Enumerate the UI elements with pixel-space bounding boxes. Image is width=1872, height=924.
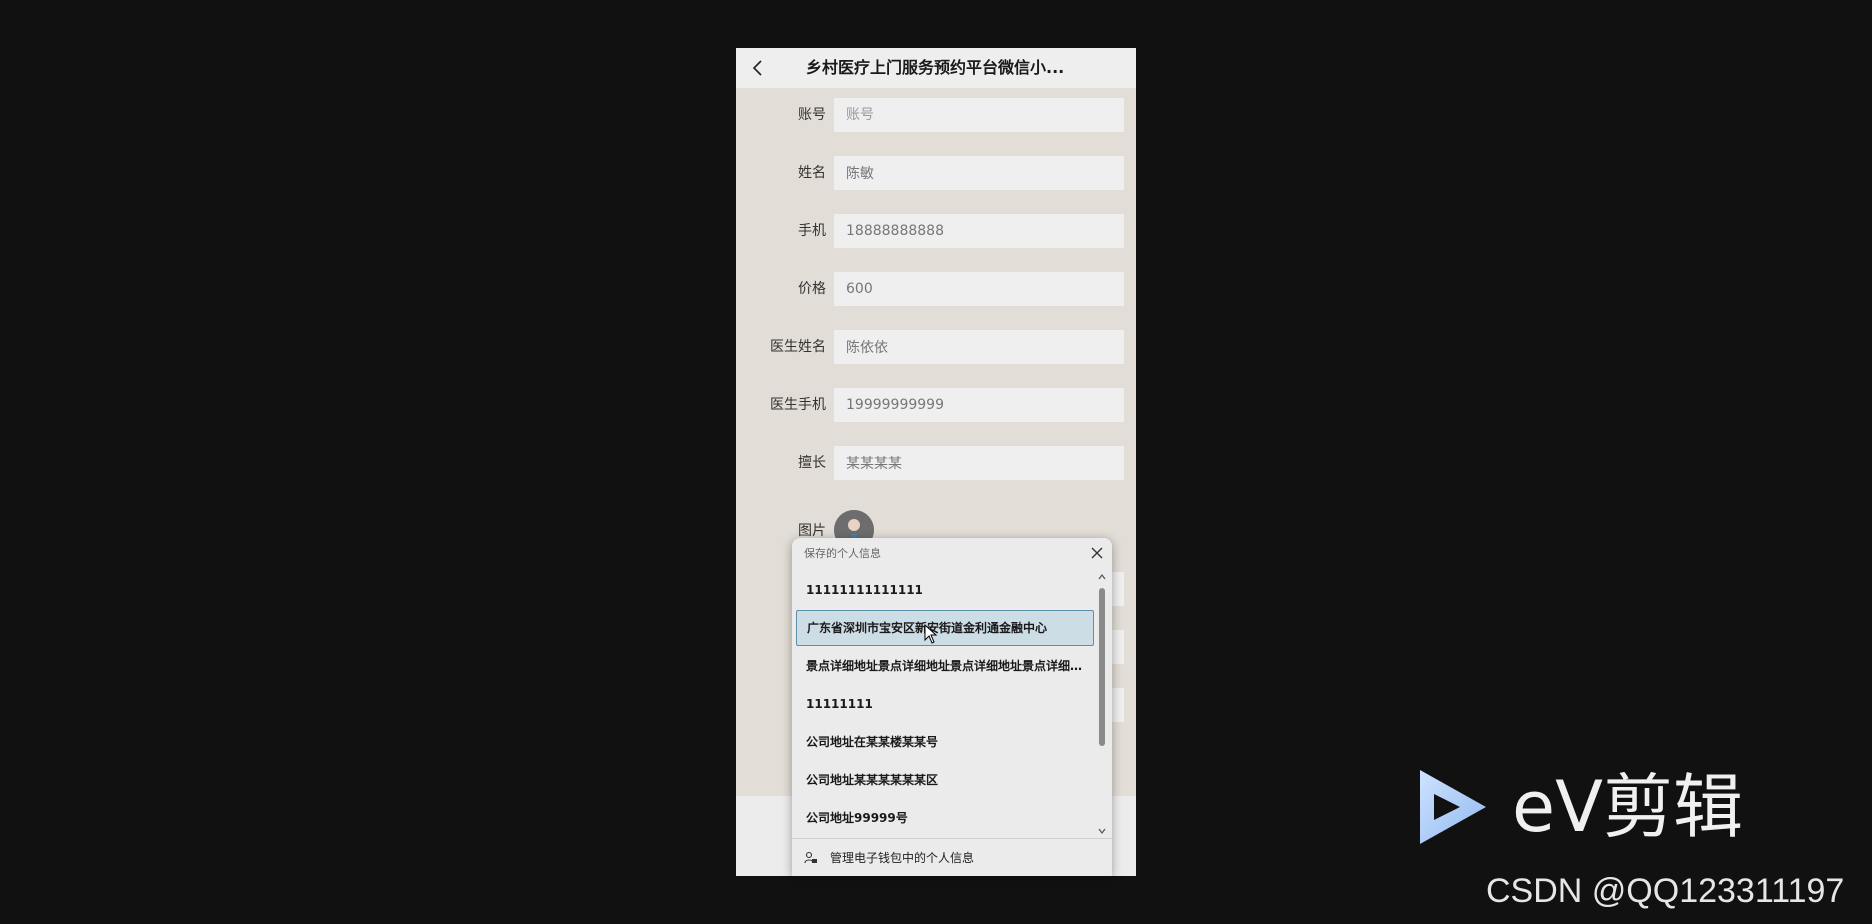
form-row-doctor-name: 医生姓名 xyxy=(736,330,1136,364)
ev-play-logo-icon xyxy=(1420,770,1486,844)
autofill-item[interactable]: 公司地址某某某某某某区 xyxy=(796,762,1094,798)
ev-watermark-text: eV剪辑 xyxy=(1512,766,1743,848)
doctor-phone-label: 医生手机 xyxy=(770,397,826,413)
autofill-item-selected[interactable]: 广东省深圳市宝安区新安街道金利通金融中心 xyxy=(796,610,1094,646)
form-row-name: 姓名 xyxy=(736,156,1136,190)
autofill-item[interactable]: 11111111 xyxy=(796,686,1094,722)
form-row-doctor-phone: 医生手机 xyxy=(736,388,1136,422)
csdn-watermark: CSDN @QQ123311197 xyxy=(1486,872,1845,910)
form-row-specialty: 擅长 xyxy=(736,446,1136,480)
nav-bar: 乡村医疗上门服务预约平台微信小... xyxy=(736,48,1136,88)
specialty-input[interactable] xyxy=(834,446,1124,480)
form-row-account: 账号 xyxy=(736,98,1136,132)
mouse-cursor-icon xyxy=(924,624,938,644)
price-input[interactable] xyxy=(834,272,1124,306)
autofill-item[interactable]: 公司地址99999号 xyxy=(796,800,1094,836)
autofill-item[interactable]: 11111111111111 xyxy=(796,572,1094,608)
close-icon[interactable] xyxy=(1090,546,1104,560)
autofill-item[interactable]: 景点详细地址景点详细地址景点详细地址景点详细地址景点详细地址 xyxy=(796,648,1094,684)
manage-wallet-button[interactable]: 管理电子钱包中的个人信息 xyxy=(792,838,1112,876)
autofill-item[interactable]: 公司地址在某某楼某某号 xyxy=(796,724,1094,760)
name-label: 姓名 xyxy=(798,165,826,181)
doctor-phone-input[interactable] xyxy=(834,388,1124,422)
price-label: 价格 xyxy=(798,281,826,297)
back-chevron-icon[interactable] xyxy=(750,60,766,76)
autofill-list: 11111111111111 广东省深圳市宝安区新安街道金利通金融中心 景点详细… xyxy=(796,572,1094,838)
form-row-price: 价格 xyxy=(736,272,1136,306)
scroll-thumb[interactable] xyxy=(1099,588,1105,746)
form-row-phone: 手机 xyxy=(736,214,1136,248)
manage-wallet-label: 管理电子钱包中的个人信息 xyxy=(830,851,975,865)
account-input[interactable] xyxy=(834,98,1124,132)
scroll-down-icon[interactable] xyxy=(1097,826,1107,836)
account-label: 账号 xyxy=(798,107,826,123)
autofill-header: 保存的个人信息 xyxy=(804,547,881,560)
person-card-icon xyxy=(804,851,817,864)
name-input[interactable] xyxy=(834,156,1124,190)
doctor-name-input[interactable] xyxy=(834,330,1124,364)
autofill-scrollbar[interactable] xyxy=(1096,572,1108,838)
specialty-label: 擅长 xyxy=(798,455,826,471)
phone-label: 手机 xyxy=(798,223,826,239)
page-title: 乡村医疗上门服务预约平台微信小... xyxy=(806,58,1065,77)
phone-input[interactable] xyxy=(834,214,1124,248)
autofill-popup: 保存的个人信息 11111111111111 广东省深圳市宝安区新安街道金利通金… xyxy=(792,538,1112,876)
scroll-up-icon[interactable] xyxy=(1097,572,1107,582)
doctor-name-label: 医生姓名 xyxy=(770,339,826,355)
